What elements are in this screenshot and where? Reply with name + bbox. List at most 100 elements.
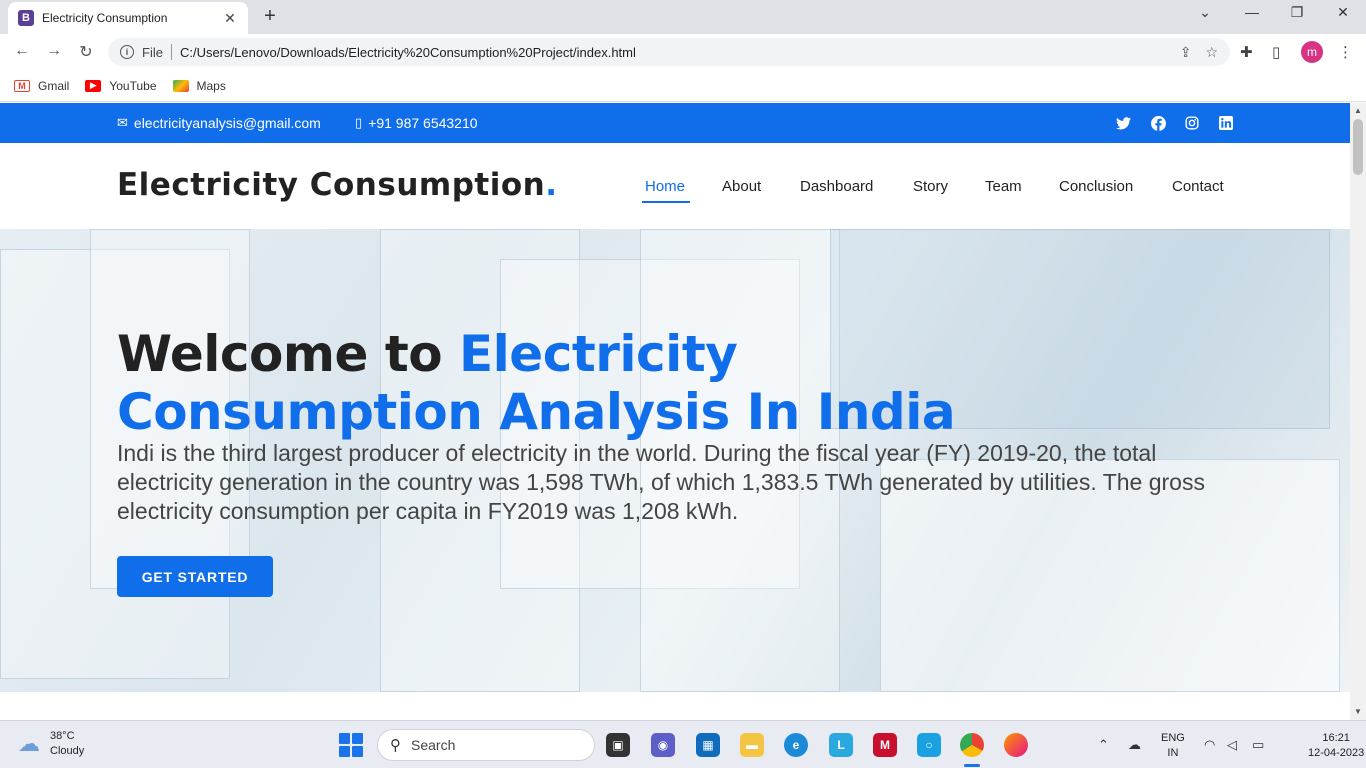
cloud-icon: ☁ xyxy=(18,731,40,756)
page-scrollbar[interactable]: ▲ ▼ xyxy=(1350,103,1366,720)
tab-search-chevron-icon[interactable]: ⌄ xyxy=(1182,4,1228,21)
nav-about[interactable]: About xyxy=(722,178,761,195)
restore-icon[interactable]: ❐ xyxy=(1274,4,1320,21)
hero-title-prefix: Welcome to xyxy=(117,325,459,383)
weather-widget[interactable]: ☁ 38°C Cloudy xyxy=(18,729,84,759)
phone-contact[interactable]: ▯ +91 987 6543210 xyxy=(355,115,478,131)
contact-topbar: ✉ electricityanalysis@gmail.com ▯ +91 98… xyxy=(0,103,1350,143)
phone-text: +91 987 6543210 xyxy=(368,115,478,131)
get-started-button[interactable]: GET STARTED xyxy=(117,556,273,597)
envelope-icon: ✉ xyxy=(117,115,128,130)
start-tile xyxy=(339,733,350,744)
forward-icon[interactable]: → xyxy=(43,42,65,60)
scroll-down-icon[interactable]: ▼ xyxy=(1354,707,1362,716)
weather-text: 38°C Cloudy xyxy=(50,729,84,759)
minimize-icon[interactable]: — xyxy=(1229,4,1275,20)
nav-contact[interactable]: Contact xyxy=(1172,178,1224,195)
tab-title: Electricity Consumption xyxy=(42,11,168,25)
chat-icon[interactable]: ◉ xyxy=(651,733,675,757)
mcafee-icon[interactable]: M xyxy=(873,733,897,757)
url-text[interactable]: C:/Users/Lenovo/Downloads/Electricity%20… xyxy=(180,45,1166,60)
chevron-up-icon[interactable]: ⌃ xyxy=(1098,737,1109,753)
date: 12-04-2023 xyxy=(1308,747,1365,759)
chrome-icon[interactable] xyxy=(960,733,984,757)
launcher-icon[interactable]: L xyxy=(829,733,853,757)
browser-tab-strip: B Electricity Consumption ✕ + ⌄ — ❐ ✕ xyxy=(0,0,1366,34)
email-contact[interactable]: ✉ electricityanalysis@gmail.com xyxy=(117,115,321,131)
url-divider xyxy=(170,44,172,60)
scroll-thumb[interactable] xyxy=(1353,119,1363,175)
instagram-icon[interactable] xyxy=(1184,115,1200,131)
share-icon[interactable]: ⇪ xyxy=(1180,44,1192,61)
site-favicon-icon: B xyxy=(18,10,34,26)
battery-icon[interactable]: ▭ xyxy=(1252,737,1264,753)
logo-text: Electricity Consumption xyxy=(117,167,546,203)
site-info-icon[interactable]: i xyxy=(120,45,134,59)
nav-home[interactable]: Home xyxy=(645,178,685,195)
onedrive-icon[interactable]: ☁ xyxy=(1128,737,1141,753)
firefox-icon[interactable] xyxy=(1004,733,1028,757)
clock[interactable]: 16:21 12-04-2023 xyxy=(1308,731,1364,761)
twitter-icon[interactable] xyxy=(1115,115,1131,131)
active-app-indicator xyxy=(964,764,980,767)
site-logo[interactable]: Electricity Consumption. xyxy=(117,167,557,203)
taskbar: ☁ 38°C Cloudy ⚲ Search ▣ ◉ ▦ ▬ e L M ○ ⌃… xyxy=(0,720,1366,768)
language-line-1: ENG xyxy=(1161,732,1185,744)
file-explorer-icon[interactable]: ▬ xyxy=(740,733,764,757)
language-line-2: IN xyxy=(1167,747,1179,759)
volume-icon[interactable]: ◁ xyxy=(1227,737,1237,753)
maps-icon xyxy=(172,79,189,92)
facebook-icon[interactable] xyxy=(1150,115,1166,131)
new-tab-icon[interactable]: + xyxy=(259,5,281,28)
scroll-up-icon[interactable]: ▲ xyxy=(1354,106,1362,115)
web-page: ✉ electricityanalysis@gmail.com ▯ +91 98… xyxy=(0,103,1350,720)
reload-icon[interactable]: ↻ xyxy=(75,42,97,62)
time: 16:21 xyxy=(1322,732,1350,744)
browser-tab[interactable]: B Electricity Consumption ✕ xyxy=(8,2,248,34)
weather-condition: Cloudy xyxy=(50,745,85,757)
edge-icon[interactable]: e xyxy=(784,733,808,757)
profile-avatar[interactable]: m xyxy=(1301,41,1323,63)
url-scheme: File xyxy=(142,44,163,60)
hero-description: Indi is the third largest producer of el… xyxy=(117,440,1205,524)
store-icon[interactable]: ▦ xyxy=(696,733,720,757)
bookmark-youtube[interactable]: ▶ YouTube xyxy=(85,78,157,93)
window-close-icon[interactable]: ✕ xyxy=(1320,4,1366,21)
gmail-icon: M xyxy=(14,79,30,92)
start-tile xyxy=(352,733,363,744)
search-label: Search xyxy=(411,737,456,753)
hero-section: Welcome to Electricity Consumption Analy… xyxy=(0,229,1350,692)
address-bar[interactable]: i File C:/Users/Lenovo/Downloads/Electri… xyxy=(108,38,1230,66)
hero-title: Welcome to Electricity Consumption Analy… xyxy=(117,325,1067,441)
taskbar-search[interactable]: ⚲ Search xyxy=(377,729,595,761)
email-text: electricityanalysis@gmail.com xyxy=(133,115,321,131)
linkedin-icon[interactable] xyxy=(1218,115,1234,131)
phone-icon: ▯ xyxy=(355,115,363,130)
bookmarks-bar: M Gmail ▶ YouTube Maps xyxy=(0,70,1366,102)
bookmark-gmail[interactable]: M Gmail xyxy=(14,79,69,93)
language-indicator[interactable]: ENG IN xyxy=(1161,731,1185,761)
bookmark-maps[interactable]: Maps xyxy=(172,79,226,93)
back-icon[interactable]: ← xyxy=(11,42,33,60)
search-icon: ⚲ xyxy=(390,737,401,754)
nav-team[interactable]: Team xyxy=(985,178,1022,195)
youtube-icon: ▶ xyxy=(85,79,102,92)
bookmark-label: Gmail xyxy=(38,78,70,93)
nav-active-indicator xyxy=(642,201,690,203)
nav-conclusion[interactable]: Conclusion xyxy=(1059,178,1133,195)
tab-close-icon[interactable]: ✕ xyxy=(222,10,238,27)
bookmark-label: YouTube xyxy=(109,78,157,93)
nav-dashboard[interactable]: Dashboard xyxy=(800,178,873,195)
bookmark-star-icon[interactable]: ☆ xyxy=(1205,44,1218,61)
site-header: Electricity Consumption. Home About Dash… xyxy=(0,143,1350,229)
start-tile xyxy=(339,746,350,757)
nav-story[interactable]: Story xyxy=(913,178,948,195)
wifi-icon[interactable]: ◠ xyxy=(1204,737,1215,753)
temperature: 38°C xyxy=(50,730,75,742)
alexa-icon[interactable]: ○ xyxy=(917,733,941,757)
side-panel-icon[interactable]: ▯ xyxy=(1272,43,1280,61)
task-view-icon[interactable]: ▣ xyxy=(606,733,630,757)
browser-menu-icon[interactable]: ⋮ xyxy=(1338,43,1353,61)
start-button[interactable] xyxy=(339,733,363,757)
extensions-icon[interactable]: ✚ xyxy=(1240,43,1253,61)
